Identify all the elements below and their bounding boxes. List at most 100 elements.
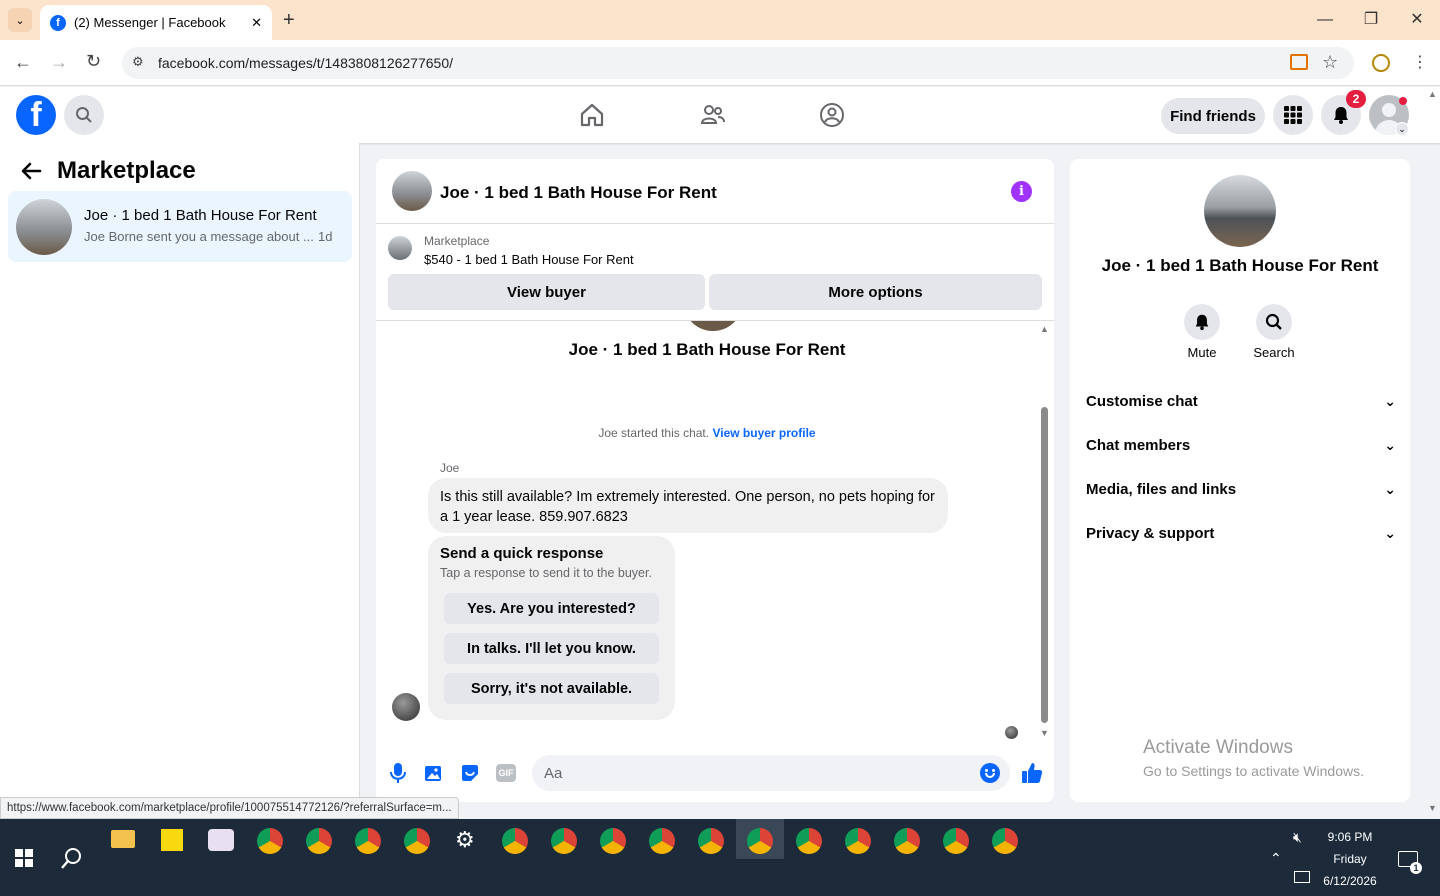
view-buyer-profile-link[interactable]: View buyer profile bbox=[712, 426, 815, 440]
read-receipt-avatar bbox=[1005, 726, 1018, 739]
browser-menu-icon[interactable]: ⋮ bbox=[1412, 52, 1428, 72]
voice-clip-button[interactable] bbox=[388, 762, 408, 789]
listing-title[interactable]: $540 - 1 bed 1 Bath House For Rent bbox=[424, 252, 634, 267]
home-nav-button[interactable] bbox=[578, 101, 606, 134]
chrome-profile-icon[interactable] bbox=[649, 828, 675, 854]
media-files-links-row[interactable]: Media, files and links ⌄ bbox=[1086, 477, 1396, 501]
chrome-icon[interactable] bbox=[502, 828, 528, 854]
gif-icon[interactable]: GIF bbox=[496, 764, 516, 782]
volume-muted-icon[interactable]: 🔇︎ bbox=[1293, 829, 1302, 846]
profile-icon[interactable] bbox=[1372, 54, 1390, 72]
scrollbar-thumb[interactable] bbox=[1041, 407, 1048, 723]
tray-expand-icon[interactable]: ⌃ bbox=[1270, 850, 1282, 867]
taskbar-search-button[interactable] bbox=[60, 846, 84, 875]
quick-response-in-talks[interactable]: In talks. I'll let you know. bbox=[444, 633, 659, 664]
quick-response-sorry[interactable]: Sorry, it's not available. bbox=[444, 673, 659, 704]
start-button[interactable] bbox=[15, 849, 33, 872]
like-button[interactable] bbox=[1020, 761, 1044, 790]
search-icon bbox=[61, 848, 81, 869]
address-bar[interactable]: ⚙ facebook.com/messages/t/14838081262776… bbox=[122, 47, 1354, 79]
search-in-chat-button[interactable] bbox=[1256, 304, 1292, 340]
scroll-up-arrow[interactable]: ▲ bbox=[1040, 324, 1049, 334]
account-status-dot bbox=[1399, 97, 1407, 105]
install-app-icon[interactable] bbox=[1290, 54, 1308, 70]
chrome-profile-icon[interactable] bbox=[306, 828, 332, 854]
site-info-icon[interactable]: ⚙ bbox=[132, 54, 144, 70]
chevron-down-icon: ⌄ bbox=[1384, 392, 1396, 409]
settings-gear-icon[interactable]: ⚙ bbox=[455, 827, 475, 853]
chrome-profile-icon[interactable] bbox=[404, 828, 430, 854]
friends-icon bbox=[700, 105, 725, 124]
page-scroll-up-arrow[interactable]: ▲ bbox=[1428, 89, 1437, 99]
message-bubble[interactable]: Is this still available? Im extremely in… bbox=[428, 478, 948, 533]
sticky-notes-icon[interactable] bbox=[161, 829, 183, 851]
account-chevron-icon: ⌄ bbox=[1395, 122, 1409, 136]
attach-media-button[interactable] bbox=[424, 763, 444, 788]
paint-icon[interactable] bbox=[208, 829, 234, 851]
message-list[interactable]: Joe · 1 bed 1 Bath House For Rent Joe st… bbox=[376, 321, 1054, 745]
chrome-profile-icon[interactable] bbox=[600, 828, 626, 854]
chrome-profile-icon[interactable] bbox=[551, 828, 577, 854]
clock-date[interactable]: 6/12/2026 bbox=[1318, 874, 1382, 888]
scroll-down-arrow[interactable]: ▼ bbox=[1040, 728, 1049, 738]
find-friends-button[interactable]: Find friends bbox=[1161, 98, 1265, 134]
message-input[interactable]: Aa bbox=[532, 755, 1010, 791]
menu-button[interactable] bbox=[1273, 95, 1313, 135]
intro-avatar bbox=[683, 321, 743, 331]
quick-response-subtitle: Tap a response to send it to the buyer. bbox=[440, 566, 652, 580]
minimize-button[interactable]: — bbox=[1315, 10, 1335, 30]
new-tab-button[interactable]: + bbox=[283, 9, 295, 32]
quick-response-yes[interactable]: Yes. Are you interested? bbox=[444, 593, 659, 624]
chrome-profile-icon[interactable] bbox=[992, 828, 1018, 854]
more-options-button[interactable]: More options bbox=[709, 274, 1042, 310]
chrome-profile-icon[interactable] bbox=[894, 828, 920, 854]
search-icon bbox=[1265, 313, 1282, 330]
chat-header-avatar[interactable] bbox=[392, 171, 432, 211]
browser-tab[interactable]: f (2) Messenger | Facebook ✕ bbox=[40, 5, 272, 40]
chrome-profile-icon[interactable] bbox=[796, 828, 822, 854]
restore-button[interactable]: ❐ bbox=[1361, 10, 1381, 30]
info-icon[interactable]: i bbox=[1011, 181, 1032, 202]
listing-thumbnail bbox=[388, 236, 412, 260]
sticker-button[interactable] bbox=[460, 763, 480, 788]
emoji-icon[interactable] bbox=[980, 763, 1000, 783]
back-arrow-button[interactable] bbox=[20, 160, 42, 188]
chat-title[interactable]: Joe · 1 bed 1 Bath House For Rent bbox=[440, 183, 717, 203]
reload-button[interactable]: ↻ bbox=[86, 51, 101, 72]
chevron-down-icon: ⌄ bbox=[1384, 480, 1396, 497]
clock-day[interactable]: Friday bbox=[1318, 852, 1382, 866]
chrome-profile-icon[interactable] bbox=[845, 828, 871, 854]
bookmark-star-icon[interactable]: ☆ bbox=[1322, 52, 1338, 73]
divider bbox=[376, 223, 1054, 224]
close-window-button[interactable]: ✕ bbox=[1407, 10, 1427, 30]
tab-close-icon[interactable]: ✕ bbox=[251, 15, 262, 31]
chrome-profile-icon[interactable] bbox=[355, 828, 381, 854]
facebook-logo-icon[interactable]: f bbox=[16, 95, 56, 135]
conversation-row[interactable]: Joe · 1 bed 1 Bath House For Rent Joe Bo… bbox=[8, 191, 352, 262]
file-explorer-icon[interactable] bbox=[111, 830, 135, 848]
chrome-profile-icon[interactable] bbox=[943, 828, 969, 854]
back-button[interactable]: ← bbox=[14, 52, 32, 73]
view-buyer-button[interactable]: View buyer bbox=[388, 274, 705, 310]
friends-nav-button[interactable] bbox=[699, 101, 727, 134]
groups-nav-button[interactable] bbox=[818, 101, 846, 134]
page-scroll-down-arrow[interactable]: ▼ bbox=[1428, 803, 1437, 813]
message-input-placeholder: Aa bbox=[544, 765, 563, 782]
details-avatar[interactable] bbox=[1204, 175, 1276, 247]
forward-button[interactable]: → bbox=[50, 52, 68, 73]
chrome-profile-icon[interactable] bbox=[747, 828, 773, 854]
clock-time[interactable]: 9:06 PM bbox=[1318, 830, 1382, 844]
chrome-profile-icon[interactable] bbox=[698, 828, 724, 854]
chat-members-row[interactable]: Chat members ⌄ bbox=[1086, 433, 1396, 457]
customise-chat-row[interactable]: Customise chat ⌄ bbox=[1086, 389, 1396, 413]
chat-started-note: Joe started this chat. View buyer profil… bbox=[376, 426, 1038, 440]
network-icon[interactable] bbox=[1294, 871, 1310, 883]
chrome-profile-icon[interactable] bbox=[257, 828, 283, 854]
tab-title: (2) Messenger | Facebook bbox=[74, 15, 226, 30]
tab-search-button[interactable]: ⌄ bbox=[8, 8, 32, 32]
notification-badge: 2 bbox=[1346, 90, 1366, 108]
privacy-support-row[interactable]: Privacy & support ⌄ bbox=[1086, 521, 1396, 545]
conversation-preview: Joe Borne sent you a message about ... bbox=[84, 229, 314, 244]
mute-button[interactable] bbox=[1184, 304, 1220, 340]
search-button[interactable] bbox=[64, 95, 104, 135]
